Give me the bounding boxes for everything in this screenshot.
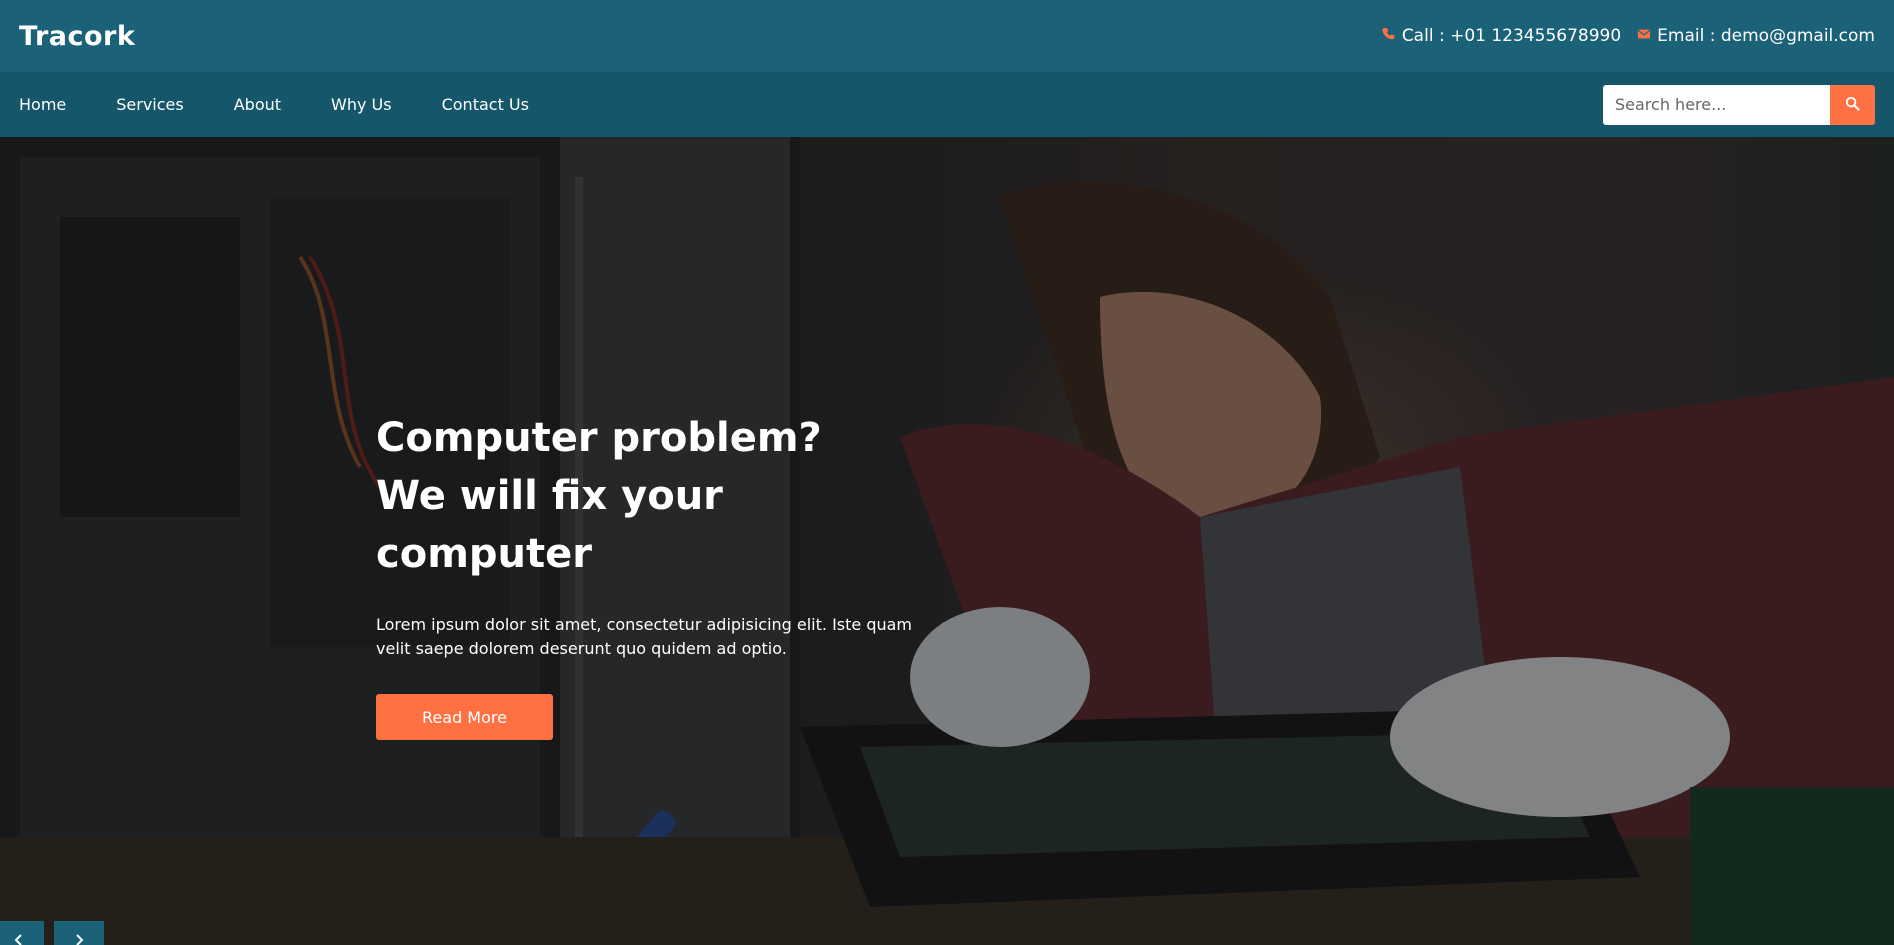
carousel-next-button[interactable] <box>54 921 104 945</box>
contact-call[interactable]: Call : +01 123455678990 <box>1382 26 1621 46</box>
brand-logo[interactable]: Tracork <box>19 21 135 52</box>
top-bar: Tracork Call : +01 123455678990 Email : … <box>0 0 1894 72</box>
hero-overlay <box>0 137 1894 945</box>
main-navbar: Home Services About Why Us Contact Us <box>0 72 1894 137</box>
envelope-icon <box>1637 26 1651 46</box>
hero-description: Lorem ipsum dolor sit amet, consectetur … <box>376 615 913 658</box>
hero-slider: Computer problem? We will fix your compu… <box>0 137 1894 945</box>
carousel-prev-button[interactable] <box>0 921 44 945</box>
nav-item-about[interactable]: About <box>234 95 281 114</box>
chevron-left-icon <box>13 931 25 945</box>
search-icon <box>1845 96 1860 114</box>
phone-icon <box>1382 26 1396 46</box>
nav-links: Home Services About Why Us Contact Us <box>19 95 529 114</box>
chevron-right-icon <box>73 931 85 945</box>
call-text: Call : +01 123455678990 <box>1401 26 1622 46</box>
nav-item-why-us[interactable]: Why Us <box>331 95 392 114</box>
search-button[interactable] <box>1830 84 1875 125</box>
hero-title: Computer problem? We will fix your compu… <box>376 409 936 583</box>
nav-item-contact-us[interactable]: Contact Us <box>442 95 529 114</box>
nav-item-services[interactable]: Services <box>116 95 183 114</box>
email-text: Email : demo@gmail.com <box>1657 26 1875 46</box>
contact-email[interactable]: Email : demo@gmail.com <box>1637 26 1875 46</box>
search-input[interactable] <box>1603 84 1830 125</box>
hero-title-line1: Computer problem? <box>376 415 822 461</box>
read-more-button[interactable]: Read More <box>376 694 553 740</box>
search-form <box>1603 84 1875 125</box>
hero-title-line2: We will fix your computer <box>376 473 723 577</box>
hero-content: Computer problem? We will fix your compu… <box>376 409 936 740</box>
contact-info: Call : +01 123455678990 Email : demo@gma… <box>1382 26 1875 46</box>
nav-item-home[interactable]: Home <box>19 95 66 114</box>
